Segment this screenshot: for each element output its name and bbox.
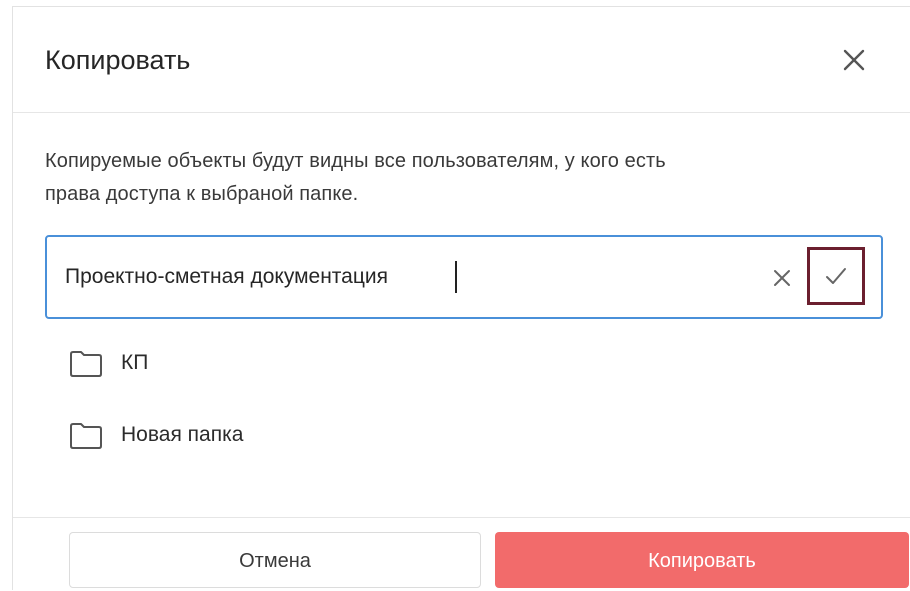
folder-name-input-wrapper — [45, 235, 883, 319]
folder-icon — [70, 351, 102, 377]
folder-icon — [70, 423, 102, 449]
folder-label: КП — [121, 351, 149, 374]
copy-dialog: Копировать Копируемые объекты будут видн… — [12, 6, 910, 590]
dialog-footer: Отмена Копировать — [13, 517, 910, 591]
close-icon[interactable] — [839, 45, 869, 75]
folder-name-input[interactable] — [65, 259, 725, 295]
dialog-title: Копировать — [45, 45, 191, 75]
list-item[interactable]: КП — [69, 343, 569, 383]
check-icon — [826, 268, 846, 284]
folder-label: Новая папка — [121, 423, 244, 446]
list-item[interactable]: Новая папка — [69, 415, 569, 455]
confirm-button[interactable] — [807, 247, 865, 305]
description-line-2: права доступа к выбраной папке. — [45, 183, 359, 205]
dialog-description: Копируемые объекты будут видны все польз… — [45, 145, 865, 211]
copy-button[interactable]: Копировать — [495, 532, 909, 588]
cancel-button[interactable]: Отмена — [69, 532, 481, 588]
dialog-header: Копировать — [13, 7, 910, 113]
text-caret — [455, 261, 457, 293]
description-line-1: Копируемые объекты будут видны все польз… — [45, 150, 666, 172]
close-icon[interactable] — [769, 265, 795, 291]
